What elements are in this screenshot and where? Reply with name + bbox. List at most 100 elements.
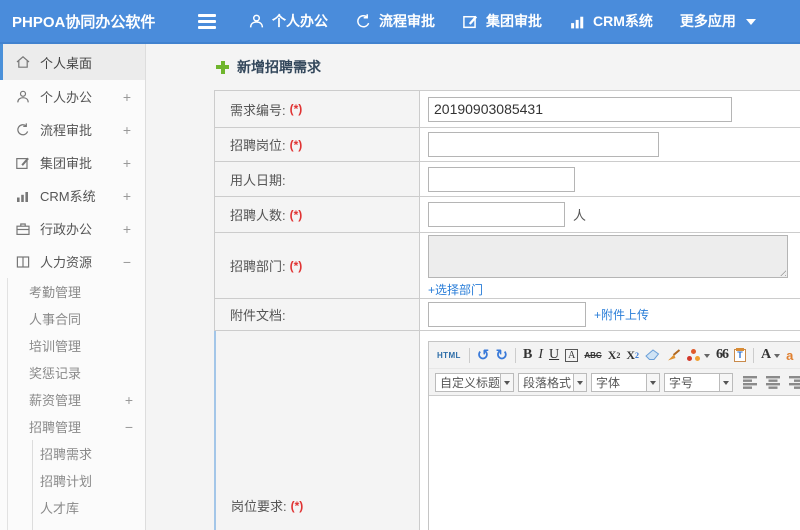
topnav-personal-office[interactable]: 个人办公 (248, 11, 328, 31)
bg-color-button[interactable]: a (786, 348, 793, 363)
sidebar-item-crm-system[interactable]: CRM系统 + (0, 179, 145, 212)
employment-date-input[interactable] (428, 166, 575, 192)
sidebar-item-label: 个人办公 (40, 90, 93, 105)
brush-icon[interactable] (666, 348, 681, 362)
recruit-position-input[interactable] (428, 132, 659, 157)
expand-plus-icon[interactable]: + (123, 89, 131, 105)
sidebar-item-admin-office[interactable]: 行政办公 + (0, 212, 145, 245)
styled-text-button[interactable]: A (565, 348, 579, 362)
sidebar-item-reward-punishment[interactable]: 奖惩记录 (8, 359, 145, 386)
sidebar-item-human-resources[interactable]: 人力资源 − (0, 245, 145, 278)
sidebar-item-personnel-contract[interactable]: 人事合同 (8, 305, 145, 332)
unit-suffix: 人 (573, 208, 587, 223)
sidebar-item-salary-mgmt[interactable]: 薪资管理 + (8, 386, 145, 413)
sidebar-item-label: 集团审批 (40, 156, 93, 171)
redo-icon[interactable]: ↻ (495, 346, 508, 364)
sidebar-item-label: 个人桌面 (40, 55, 93, 71)
sidebar-item-recruit-mgmt[interactable]: 招聘管理 − (8, 413, 145, 440)
sidebar-subitem-label: 招聘管理 (29, 420, 82, 435)
undo-icon[interactable]: ↺ (477, 346, 490, 364)
app-logo: PHPOA协同办公软件 (12, 13, 156, 31)
top-navigation-bar: PHPOA协同办公软件 个人办公 流程审批 集团审批 CRM系统 更多应用 (0, 0, 800, 44)
color-palette-icon[interactable] (687, 348, 711, 362)
page-title: 新增招聘需求 (237, 59, 321, 75)
sidebar-subitem-label: 招聘计划 (40, 474, 93, 489)
field-label: 需求编号: (230, 102, 286, 118)
superscript-button[interactable]: X2 (608, 348, 621, 363)
user-icon (14, 89, 31, 105)
sidebar-item-talent-pool[interactable]: 人才库 (33, 494, 145, 521)
caret-down-icon[interactable] (501, 372, 514, 392)
paste-icon[interactable]: T (734, 347, 747, 362)
align-right-icon[interactable] (789, 375, 800, 389)
topnav-workflow-approval[interactable]: 流程审批 (355, 11, 435, 31)
bold-button[interactable]: B (523, 347, 532, 363)
expand-plus-icon[interactable]: + (123, 155, 131, 171)
edit-icon (462, 13, 479, 30)
align-left-icon[interactable] (743, 375, 758, 389)
caret-down-icon (774, 353, 781, 361)
editor-content-area[interactable] (429, 396, 800, 530)
sidebar-item-recruit-plan[interactable]: 招聘计划 (33, 467, 145, 494)
expand-plus-icon[interactable]: + (123, 221, 131, 237)
topnav-group-approval[interactable]: 集团审批 (462, 11, 542, 31)
demand-number-input[interactable] (428, 96, 732, 122)
sidebar-item-recruit-demand[interactable]: 招聘需求 (33, 440, 145, 467)
required-marker: (*) (289, 102, 303, 116)
topnav-crm-system[interactable]: CRM系统 (569, 11, 653, 31)
sidebar-subitem-label: 招聘需求 (40, 447, 93, 462)
expand-plus-icon[interactable]: + (123, 122, 131, 138)
font-size-dropdown[interactable]: 字号 (664, 372, 733, 392)
form-row-employment-date: 用人日期: (214, 162, 800, 197)
sidebar-item-training-mgmt[interactable]: 培训管理 (8, 332, 145, 359)
strikethrough-button[interactable]: ABC (584, 351, 601, 360)
blockquote-button[interactable]: 66 (716, 347, 729, 363)
editor-toolbar-row2: 自定义标题 段落格式 字体 字号 (429, 369, 800, 396)
paragraph-format-dropdown[interactable]: 段落格式 (518, 372, 587, 392)
book-icon (14, 254, 31, 270)
collapse-minus-icon[interactable]: − (123, 254, 131, 270)
html-source-button[interactable]: HTML (437, 351, 461, 360)
sidebar-item-group-approval[interactable]: 集团审批 + (0, 146, 145, 179)
select-department-link[interactable]: +选择部门 (428, 281, 483, 298)
briefcase-icon (14, 221, 31, 237)
font-color-button[interactable]: A (761, 347, 781, 363)
recruit-department-textarea[interactable] (428, 235, 788, 278)
attachment-upload-link[interactable]: +附件上传 (594, 306, 649, 323)
sidebar-item-attendance-mgmt[interactable]: 考勤管理 (8, 278, 145, 305)
subscript-button[interactable]: X2 (626, 348, 639, 363)
top-menu: 个人办公 流程审批 集团审批 CRM系统 更多应用 (248, 11, 783, 31)
caret-down-icon[interactable] (574, 372, 587, 392)
collapse-minus-icon[interactable]: − (125, 419, 133, 435)
font-family-dropdown[interactable]: 字体 (591, 372, 660, 392)
caret-down-icon[interactable] (720, 372, 733, 392)
field-label: 招聘人数: (230, 208, 286, 223)
required-marker: (*) (289, 207, 303, 222)
sidebar-subitem-label: 培训管理 (29, 339, 82, 354)
expand-plus-icon[interactable]: + (123, 188, 131, 204)
form-row-demand-number: 需求编号: (*) (214, 91, 800, 128)
sidebar-item-personal-office[interactable]: 个人办公 + (0, 80, 145, 113)
italic-button[interactable]: I (538, 347, 543, 363)
attachment-input[interactable] (428, 302, 586, 327)
underline-button[interactable]: U (549, 347, 559, 363)
recruit-submenu: 招聘需求 招聘计划 人才库 (32, 440, 145, 530)
topnav-more-apps[interactable]: 更多应用 (680, 11, 756, 31)
sidebar-item-workflow-approval[interactable]: 流程审批 + (0, 113, 145, 146)
caret-down-icon[interactable] (647, 372, 660, 392)
align-center-icon[interactable] (766, 375, 781, 389)
hamburger-menu-icon[interactable] (198, 13, 216, 29)
topnav-label: CRM系统 (593, 13, 653, 29)
toolbar-separator (514, 347, 516, 363)
required-marker: (*) (289, 137, 303, 152)
home-icon (14, 54, 31, 70)
flow-icon (14, 122, 31, 138)
custom-title-dropdown[interactable]: 自定义标题 (435, 372, 514, 392)
sidebar-subitem-label: 人才库 (40, 501, 80, 516)
expand-plus-icon[interactable]: + (125, 392, 133, 408)
eraser-icon[interactable] (645, 349, 660, 361)
sidebar: 个人桌面 个人办公 + 流程审批 + 集团审批 + CRM系统 + 行政办公 +… (0, 44, 146, 530)
recruit-count-input[interactable] (428, 202, 565, 227)
topnav-label: 更多应用 (679, 13, 736, 29)
sidebar-item-personal-desktop[interactable]: 个人桌面 (0, 44, 145, 80)
